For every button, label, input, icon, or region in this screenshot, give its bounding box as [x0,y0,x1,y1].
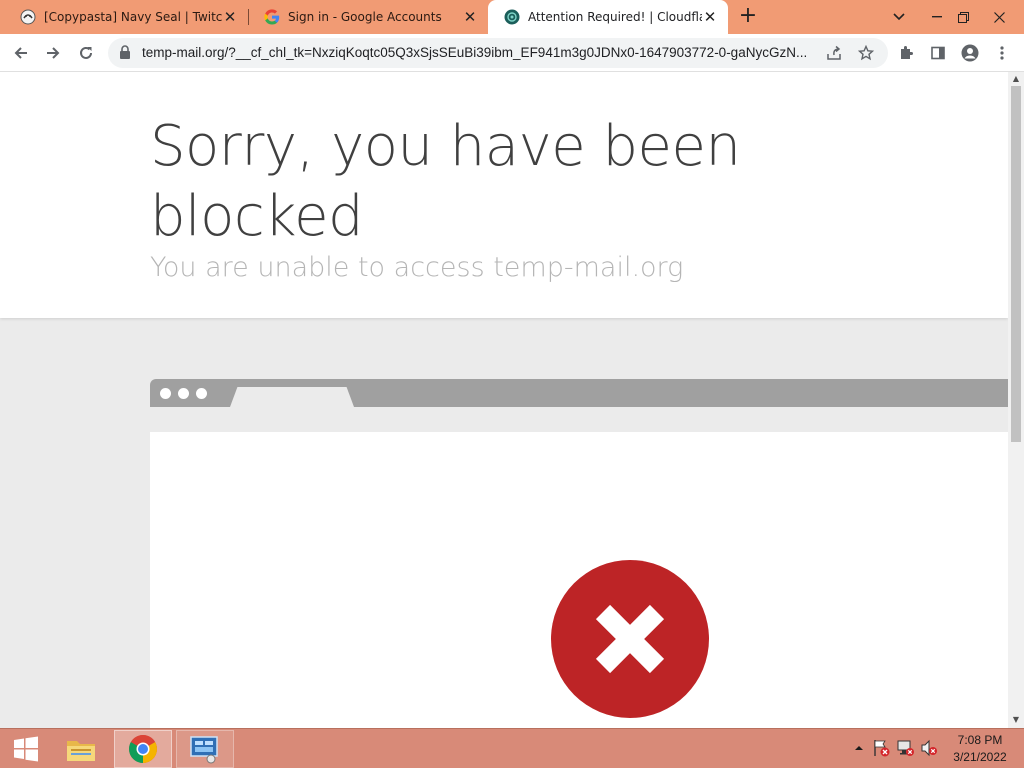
close-tab-icon[interactable]: ✕ [462,8,478,26]
windows-taskbar: 7:08 PM 3/21/2022 [0,728,1024,768]
block-notice-header: Sorry, you have been blocked You are una… [0,72,1008,318]
file-explorer-button[interactable] [56,730,106,768]
share-icon[interactable] [820,39,848,67]
folder-icon [67,741,95,761]
page-title: Sorry, you have been blocked [150,114,741,249]
restore-button[interactable] [948,0,978,34]
tab-google-accounts[interactable]: Sign in - Google Accounts ✕ [248,0,488,34]
bookmark-star-icon[interactable] [852,39,880,67]
side-panel-icon[interactable] [924,39,952,67]
show-hidden-icons-button[interactable] [850,739,868,757]
google-icon [264,9,280,25]
blocked-x-icon [551,560,709,718]
illustration-dot [196,388,207,399]
clock-time: 7:08 PM [957,733,1003,747]
scrollbar-thumb[interactable] [1011,86,1021,442]
illustration-window [150,432,1008,728]
vertical-scrollbar[interactable]: ▲ ▼ [1008,72,1024,728]
volume-muted-icon[interactable] [920,739,938,757]
illustration-dot [178,388,189,399]
browser-toolbar: temp-mail.org/?__cf_chl_tk=NxziqKoqtc05Q… [0,34,1024,72]
close-tab-icon[interactable]: ✕ [702,8,718,26]
action-center-flag-icon[interactable] [872,739,890,757]
forward-button[interactable] [39,39,67,67]
system-clock[interactable]: 7:08 PM 3/21/2022 [945,732,1015,766]
chrome-taskbar-button[interactable] [114,730,172,768]
twitchquotes-icon [20,9,36,25]
page-subtitle: You are unable to access temp-mail.org [150,252,684,283]
lock-icon[interactable] [119,45,131,64]
tab-cloudflare[interactable]: Attention Required! | Cloudflare ✕ [488,0,728,34]
tab-twitchquotes[interactable]: [Copypasta] Navy Seal | TwitchQuotes ✕ [4,0,248,34]
cloudflare-icon [504,9,520,25]
illustration-dot [160,388,171,399]
chrome-menu-icon[interactable] [988,39,1016,67]
browser-illustration [150,379,1008,728]
new-tab-button[interactable]: + [736,5,760,29]
illustration-tab [230,387,354,407]
address-bar[interactable]: temp-mail.org/?__cf_chl_tk=NxziqKoqtc05Q… [108,38,888,68]
chrome-icon [129,735,157,763]
network-icon[interactable] [896,739,914,757]
tab-title: [Copypasta] Navy Seal | TwitchQuotes [44,10,222,24]
back-button[interactable] [7,39,35,67]
windows-logo-icon [14,736,38,762]
profile-avatar-icon[interactable] [956,39,984,67]
tab-title: Sign in - Google Accounts [288,10,442,24]
illustration-titlebar [150,379,1008,407]
remote-desktop-icon [190,736,218,764]
start-button[interactable] [0,730,52,768]
clock-date: 3/21/2022 [953,750,1007,764]
tab-search-icon[interactable] [884,0,914,34]
close-tab-icon[interactable]: ✕ [222,8,238,26]
scroll-up-icon[interactable]: ▲ [1012,75,1020,83]
scroll-down-icon[interactable]: ▼ [1012,716,1020,724]
close-window-button[interactable] [984,0,1014,34]
tab-title: Attention Required! | Cloudflare [528,10,702,24]
reload-button[interactable] [72,39,100,67]
tab-strip: [Copypasta] Navy Seal | TwitchQuotes ✕ S… [0,0,1024,34]
extensions-icon[interactable] [892,39,920,67]
page-content: Sorry, you have been blocked You are una… [0,72,1008,728]
remote-desktop-button[interactable] [176,730,234,768]
url-text[interactable]: temp-mail.org/?__cf_chl_tk=NxziqKoqtc05Q… [142,38,810,68]
